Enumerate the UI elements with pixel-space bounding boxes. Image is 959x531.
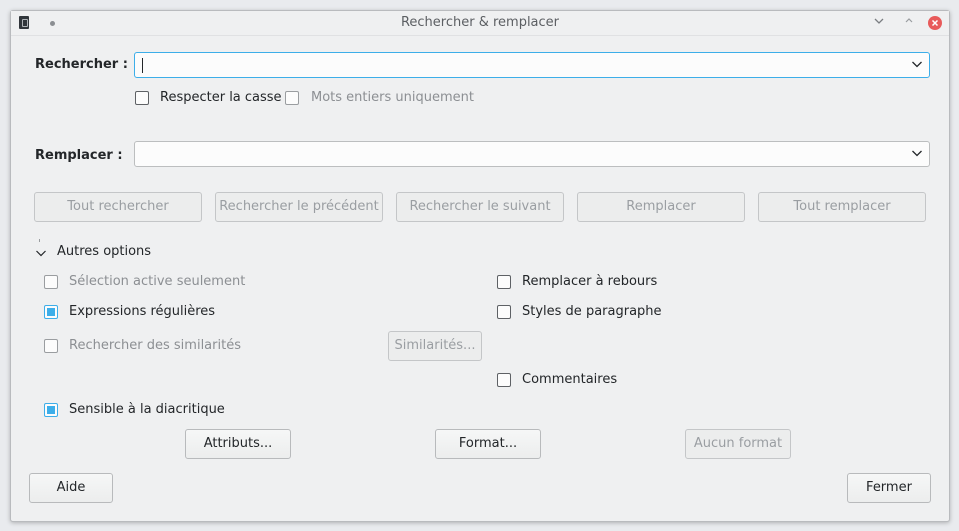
help-button[interactable]: Aide: [29, 473, 113, 503]
title-bar: Rechercher & remplacer: [11, 11, 949, 36]
attributes-button[interactable]: Attributs...: [185, 429, 291, 459]
match-case-label: Respecter la casse: [160, 90, 282, 105]
replace-backwards-label: Remplacer à rebours: [522, 274, 658, 289]
replace-combobox[interactable]: [134, 141, 930, 167]
no-format-button[interactable]: Aucun format: [685, 429, 791, 459]
replace-button[interactable]: Remplacer: [577, 192, 745, 222]
similarity-search-checkbox[interactable]: [44, 339, 58, 353]
close-button[interactable]: Fermer: [847, 473, 931, 503]
find-next-button[interactable]: Rechercher le suivant: [396, 192, 564, 222]
maximize-icon[interactable]: [902, 16, 916, 30]
window-title: Rechercher & remplacer: [400, 15, 560, 30]
search-combobox[interactable]: [134, 52, 930, 78]
match-case-checkbox[interactable]: [135, 91, 149, 105]
find-replace-dialog: Rechercher & remplacer Rechercher : Resp…: [10, 10, 950, 522]
minimize-icon[interactable]: [872, 16, 886, 30]
comments-label: Commentaires: [522, 372, 618, 387]
current-selection-only-label: Sélection active seulement: [69, 274, 246, 289]
replace-all-button[interactable]: Tout remplacer: [758, 192, 926, 222]
replace-backwards-checkbox[interactable]: [497, 275, 511, 289]
diacritic-sensitive-label: Sensible à la diacritique: [69, 402, 225, 417]
replace-label: Remplacer :: [35, 148, 123, 163]
close-icon[interactable]: [928, 16, 942, 30]
chevron-down-icon[interactable]: [911, 58, 923, 70]
format-button[interactable]: Format...: [435, 429, 541, 459]
paragraph-styles-checkbox[interactable]: [497, 305, 511, 319]
whole-words-checkbox[interactable]: [285, 91, 299, 105]
similarity-search-label: Rechercher des similarités: [69, 338, 241, 353]
paragraph-styles-label: Styles de paragraphe: [522, 304, 662, 319]
similarities-button[interactable]: Similarités...: [388, 331, 482, 361]
current-selection-only-checkbox[interactable]: [44, 275, 58, 289]
find-all-button[interactable]: Tout rechercher: [34, 192, 202, 222]
chevron-down-icon[interactable]: [35, 247, 47, 259]
text-cursor: [142, 58, 143, 73]
expander-dash: [39, 239, 40, 242]
whole-words-label: Mots entiers uniquement: [311, 90, 474, 105]
chevron-down-icon[interactable]: [911, 147, 923, 159]
find-previous-button[interactable]: Rechercher le précédent: [215, 192, 383, 222]
other-options-toggle[interactable]: Autres options: [57, 244, 151, 259]
comments-checkbox[interactable]: [497, 373, 511, 387]
regular-expressions-label: Expressions régulières: [69, 304, 216, 319]
search-label: Rechercher :: [35, 57, 128, 72]
diacritic-sensitive-checkbox[interactable]: [44, 403, 58, 417]
regular-expressions-checkbox[interactable]: [44, 305, 58, 319]
